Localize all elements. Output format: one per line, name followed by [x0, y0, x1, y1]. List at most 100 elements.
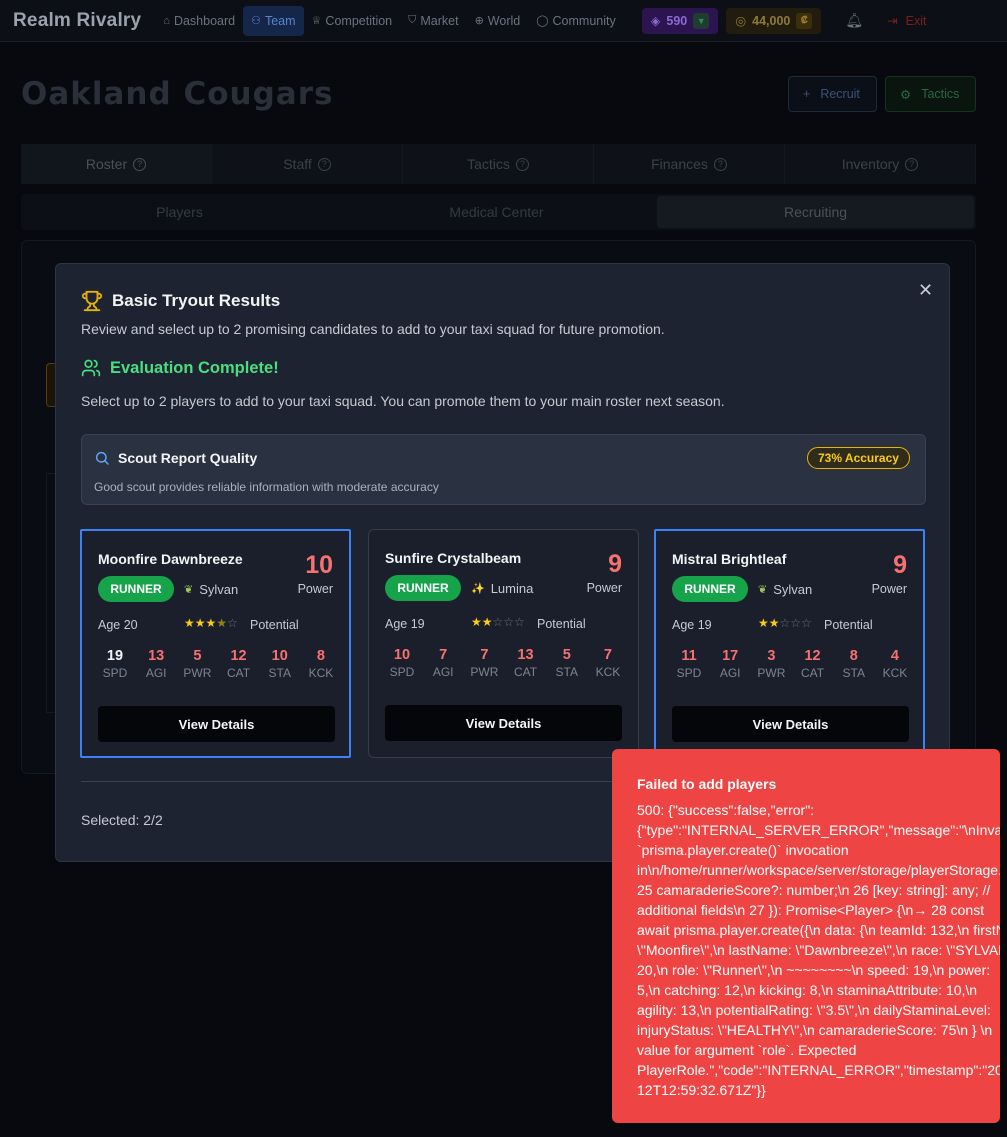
toast-line: await prisma.player.create({\n data: {\n… [637, 922, 1000, 938]
power-value: 9 [608, 550, 622, 578]
nav-market[interactable]: ⛉ Market [400, 6, 466, 36]
toast-line: \"Moonfire\",\n lastName: \"Dawnbreeze\"… [637, 942, 1000, 958]
help-icon[interactable]: ? [713, 157, 727, 171]
nav-team[interactable]: ⚇ Team [243, 5, 304, 36]
tab-finances[interactable]: Finances? [594, 144, 785, 184]
candidate-name: Moonfire Dawnbreeze [98, 551, 243, 567]
trophy-icon [81, 290, 103, 312]
stat-pwr: 5 PWR [183, 648, 212, 680]
selected-count: Selected: 2/2 [81, 812, 163, 828]
nav-world[interactable]: ⊕ World [467, 6, 529, 36]
tab-inventory[interactable]: Inventory? [785, 144, 976, 184]
search-icon [95, 451, 109, 465]
potential-stars: ★★☆☆☆ [471, 615, 525, 629]
empty-star-icon: ☆ [227, 616, 238, 630]
half-star-icon: ★ [216, 616, 228, 630]
view-details-button[interactable]: View Details [672, 706, 909, 742]
tab-tactics[interactable]: Tactics? [403, 144, 594, 184]
toast-message: 500: {"success":false,"error": {"type":"I… [637, 800, 1000, 1100]
modal-title: Basic Tryout Results [81, 290, 280, 312]
subtab-recruiting[interactable]: Recruiting [657, 196, 974, 228]
star-icon: ★★★ [184, 616, 217, 630]
add-gems-icon[interactable]: ▼ [693, 12, 710, 29]
potential-label: Potential [250, 618, 299, 632]
stat-sta: 5 STA [555, 647, 578, 679]
power-value: 9 [893, 551, 907, 579]
subtab-medical-center[interactable]: Medical Center [338, 194, 655, 230]
candidate-name: Sunfire Crystalbeam [385, 550, 522, 566]
stat-row: 10 SPD 7 AGI 7 PWR 13 CAT 5 STA 7 KCK [385, 647, 625, 679]
help-icon[interactable]: ? [317, 157, 331, 171]
nav-dashboard[interactable]: ⌂ Dashboard [155, 6, 243, 36]
toast-title: Failed to add players [637, 776, 777, 792]
gems-balance[interactable]: ◈ 590 ▼ [641, 7, 719, 34]
toast-line: 12T12:59:32.671Z"}} [637, 1082, 766, 1098]
gem-icon: ◈ [650, 14, 661, 28]
stat-spd: 19 SPD [102, 648, 128, 680]
trophy-icon: ♕ [311, 15, 322, 27]
candidate-card[interactable]: Sunfire Crystalbeam 9 Power RUNNER ✨ Lum… [368, 529, 639, 758]
toast-line: `prisma.player.create()` invocation [637, 842, 849, 858]
help-icon[interactable]: ? [133, 157, 147, 171]
credit-symbol-icon: ₡ [796, 12, 813, 29]
tab-roster[interactable]: Roster? [21, 144, 212, 184]
close-icon[interactable]: ✕ [918, 280, 933, 301]
view-details-button[interactable]: View Details [385, 705, 622, 741]
age-label: Age 19 [672, 618, 712, 632]
power-label: Power [586, 581, 622, 595]
recruit-button[interactable]: + Recruit [788, 76, 877, 112]
coin-icon: ◎ [735, 14, 747, 28]
nav-competition[interactable]: ♕ Competition [304, 6, 401, 36]
stat-agi: 13 AGI [145, 648, 167, 680]
selection-instructions: Select up to 2 players to add to your ta… [81, 393, 725, 409]
help-icon[interactable]: ? [905, 157, 919, 171]
plus-icon: + [803, 87, 811, 101]
bell-icon[interactable]: 🔔︎ [845, 12, 863, 29]
stat-kck: 8 KCK [308, 648, 334, 680]
modal-description: Review and select up to 2 promising cand… [81, 321, 665, 337]
toast-line: 20,\n role: \"Runner\",\n ~~~~~~~~\n spe… [637, 962, 991, 978]
stat-cat: 13 CAT [514, 647, 538, 679]
toast-line: 25 camaraderieScore?: number;\n 26 [key:… [637, 882, 991, 898]
logout-icon: ⇥ [887, 14, 898, 28]
stat-pwr: 7 PWR [470, 647, 499, 679]
chat-icon: ◯ [536, 15, 549, 27]
leaf-icon: ❦ [184, 584, 194, 596]
potential-label: Potential [824, 618, 873, 632]
star-icon: ★★ [758, 616, 780, 630]
credits-balance[interactable]: ◎ 44,000 ₡ [726, 7, 822, 34]
stat-kck: 4 KCK [882, 648, 908, 680]
race-label: ❦ Sylvan [184, 582, 239, 597]
race-label: ✨ Lumina [471, 581, 534, 596]
stat-sta: 10 STA [268, 648, 291, 680]
exit-button[interactable]: ⇥ Exit [887, 13, 926, 29]
star-icon: ★★ [471, 615, 493, 629]
potential-stars: ★★★★☆ [184, 616, 238, 630]
stat-sta: 8 STA [842, 648, 865, 680]
subtab-players[interactable]: Players [21, 194, 338, 230]
error-toast[interactable]: Failed to add players 500: {"success":fa… [612, 749, 1000, 1123]
tab-staff[interactable]: Staff? [212, 144, 403, 184]
evaluation-heading: Evaluation Complete! [81, 358, 279, 378]
toast-line: PlayerRole.","code":"INTERNAL_ERROR","ti… [637, 1062, 1000, 1078]
candidate-card[interactable]: Moonfire Dawnbreeze 10 Power RUNNER ❦ Sy… [80, 529, 351, 758]
brand-logo[interactable]: Realm Rivalry [13, 10, 141, 32]
toast-line: {"type":"INTERNAL_SERVER_ERROR","message… [637, 822, 1000, 838]
toast-line: value for argument `role`. Expected [637, 1042, 857, 1058]
sparkle-icon: ✨ [471, 583, 485, 595]
toast-line: 5,\n catching: 12,\n kicking: 8,\n stami… [637, 982, 978, 998]
empty-star-icon: ☆☆☆ [779, 616, 812, 630]
power-label: Power [871, 582, 907, 596]
tactics-button[interactable]: ⚙ Tactics [885, 76, 976, 112]
help-icon[interactable]: ? [515, 157, 529, 171]
scout-subtitle: Good scout provides reliable information… [94, 480, 439, 494]
page-title: Oakland Cougars [21, 76, 334, 112]
leaf-icon: ❦ [758, 584, 768, 596]
view-details-button[interactable]: View Details [98, 706, 335, 742]
nav-community[interactable]: ◯ Community [528, 6, 624, 36]
candidate-name: Mistral Brightleaf [672, 551, 787, 567]
stat-row: 11 SPD 17 AGI 3 PWR 12 CAT 8 STA 4 KCK [672, 648, 912, 680]
toast-line: 500: {"success":false,"error": [637, 802, 815, 818]
candidate-card[interactable]: Mistral Brightleaf 9 Power RUNNER ❦ Sylv… [654, 529, 925, 758]
age-label: Age 19 [385, 617, 425, 631]
